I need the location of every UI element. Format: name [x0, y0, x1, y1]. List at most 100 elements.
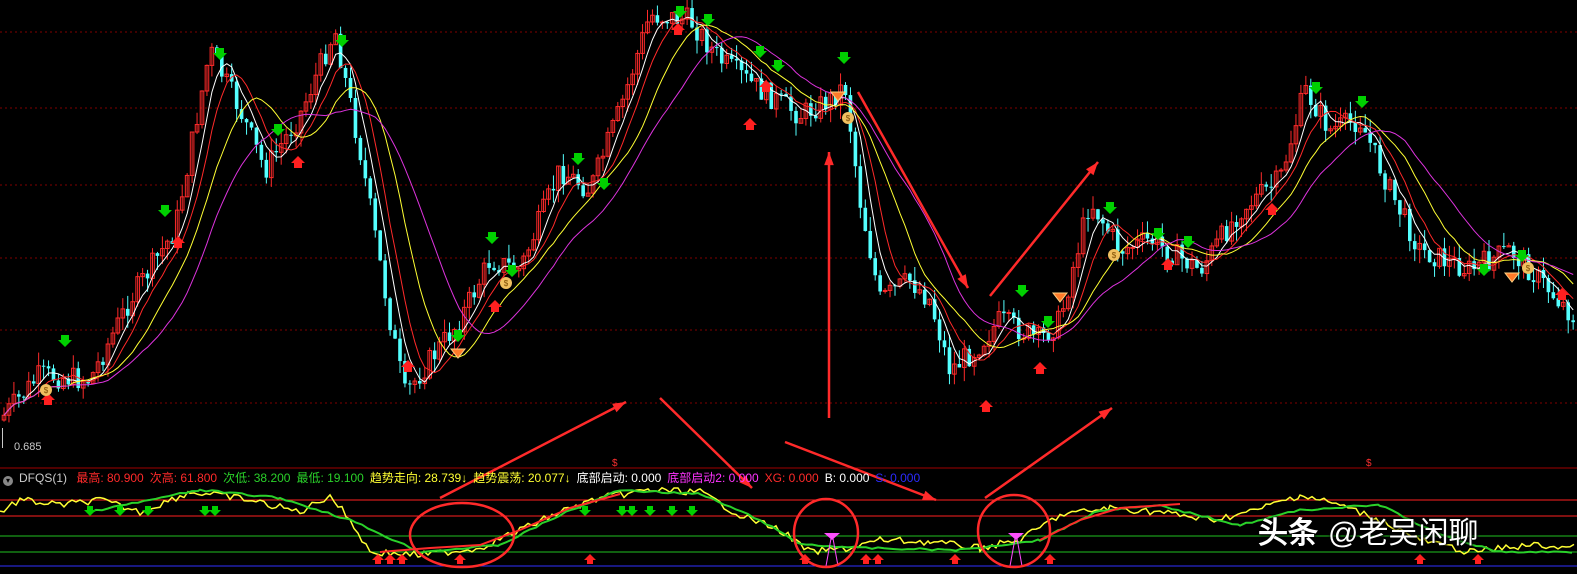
money-bag-icon: $ — [40, 384, 52, 396]
candle-304 — [1506, 242, 1512, 248]
candle-body — [1269, 186, 1273, 188]
candle-body — [323, 53, 328, 65]
candle-191 — [947, 334, 952, 385]
candle-body — [1551, 292, 1556, 299]
candle-65 — [323, 44, 328, 67]
candle-23 — [115, 307, 121, 335]
candle-body — [289, 134, 293, 136]
candle-body — [1002, 311, 1006, 314]
candle-body — [249, 122, 254, 128]
candle-280 — [1387, 176, 1393, 192]
candle-body — [254, 127, 259, 145]
sell-arrow-0 — [58, 335, 72, 347]
candle-body — [155, 253, 160, 256]
panel-sell-arrow-8 — [644, 506, 656, 516]
candle-173 — [858, 154, 863, 219]
panel-buy-arrow-9 — [1044, 554, 1056, 564]
money-bag-icon: $ — [1108, 249, 1120, 261]
arrow-head — [824, 152, 834, 166]
diamond-icon — [829, 91, 847, 102]
candle-107 — [531, 232, 536, 252]
candle-284 — [1408, 203, 1412, 252]
marker-s-1: $ — [612, 458, 618, 469]
panel-buy-arrow-7 — [872, 554, 884, 564]
candle-body — [145, 273, 150, 279]
candle-289 — [1432, 258, 1437, 277]
candle-202 — [1002, 300, 1006, 323]
candle-263 — [1303, 75, 1309, 96]
candle-214 — [1061, 299, 1066, 318]
candle-276 — [1368, 119, 1372, 153]
panel-buy-arrow-1 — [384, 554, 396, 564]
candle-249 — [1234, 215, 1239, 241]
arrow-head — [612, 402, 626, 413]
candle-body — [378, 230, 382, 261]
candle-body — [101, 361, 105, 365]
buy-arrow-8 — [979, 400, 993, 412]
candle-body — [244, 119, 249, 123]
price-axis-marker — [2, 428, 3, 448]
candle-79 — [393, 324, 397, 340]
candle-42 — [209, 43, 215, 77]
money-bag-glyph: $ — [504, 279, 509, 288]
candle-122 — [605, 127, 611, 158]
candle-143 — [709, 41, 715, 64]
candle-288 — [1427, 249, 1432, 263]
candle-body — [31, 381, 36, 384]
candle-219 — [1086, 209, 1090, 232]
chevron-down-icon[interactable]: ▾ — [3, 476, 13, 486]
candle-94 — [467, 286, 472, 319]
indicator-item-4: 趋势走向: 28.739↓ — [369, 471, 468, 485]
panel-buy-arrow-2 — [396, 554, 408, 564]
candle-body — [853, 131, 858, 167]
candle-body — [878, 275, 882, 292]
indicator-name[interactable]: DFQS(1) — [19, 471, 67, 485]
candle-82 — [408, 380, 412, 395]
candle-99 — [492, 261, 496, 272]
panel-sell-arrow-1 — [114, 506, 126, 516]
candle-body — [1571, 320, 1575, 323]
indicator-item-0: 最高: 80.900 — [76, 471, 144, 485]
candle-body — [1363, 128, 1368, 133]
candle-body — [749, 73, 754, 82]
candle-85 — [422, 366, 428, 390]
candle-109 — [541, 190, 546, 213]
candle-15 — [76, 361, 81, 392]
candle-232 — [1150, 234, 1155, 251]
panel-sell-arrow-6 — [616, 506, 628, 516]
candle-113 — [561, 154, 566, 195]
candle-271 — [1343, 109, 1348, 130]
candle-58 — [289, 121, 293, 144]
candle-160 — [794, 106, 798, 136]
candle-161 — [798, 108, 804, 124]
candle-36 — [179, 184, 185, 214]
candle-277 — [1373, 142, 1377, 154]
candle-178 — [882, 288, 888, 294]
candle-125 — [620, 94, 626, 119]
candle-body — [744, 70, 749, 74]
candle-112 — [556, 165, 561, 203]
candle-192 — [952, 351, 957, 385]
candle-body — [823, 96, 828, 110]
candle-281 — [1393, 179, 1397, 205]
candle-28 — [140, 268, 145, 287]
candle-237 — [1174, 233, 1180, 266]
candle-body — [794, 110, 798, 124]
buy-arrow-10 — [1161, 258, 1175, 270]
indicator-item-2: 次低: 38.200 — [223, 471, 291, 485]
indicator-header: ▾ DFQS(1) 最高: 80.900 次高: 61.800 次低: 38.200 最… — [0, 470, 1577, 486]
money-bag-icon: $ — [500, 277, 512, 289]
indicator-item-10: S: 0.000 — [875, 471, 921, 485]
candle-body — [947, 347, 952, 375]
buy-arrow-3 — [401, 360, 415, 372]
candle-body — [1393, 179, 1397, 201]
candle-217 — [1075, 242, 1081, 278]
candle-body — [51, 368, 56, 381]
candle-117 — [581, 176, 585, 199]
candle-body — [234, 81, 239, 110]
candle-121 — [600, 148, 606, 172]
candle-179 — [887, 281, 893, 298]
marker-s-2: $ — [1366, 458, 1372, 469]
candle-61 — [303, 92, 309, 117]
candle-245 — [1214, 230, 1220, 248]
